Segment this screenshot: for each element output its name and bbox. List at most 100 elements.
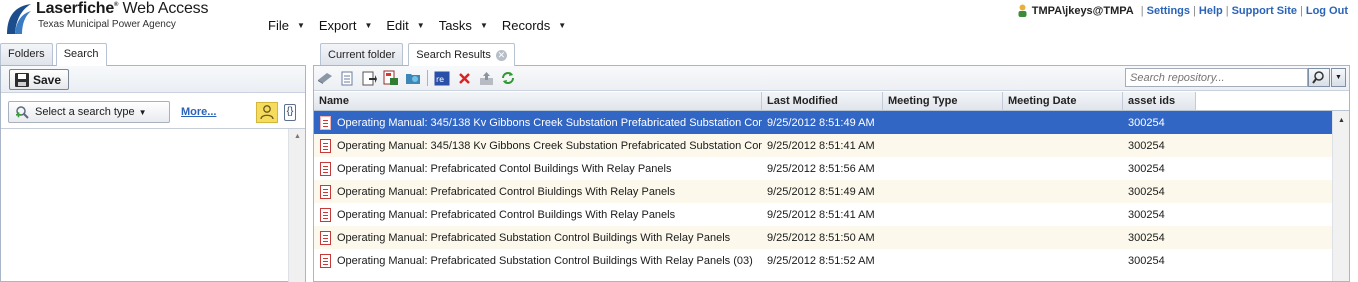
- results-scrollbar[interactable]: ▲: [1332, 111, 1349, 281]
- document-icon: [320, 161, 331, 176]
- menu-file[interactable]: File ▼: [268, 16, 305, 34]
- open-icon[interactable]: [317, 70, 333, 86]
- chevron-down-icon: ▼: [416, 20, 425, 30]
- menu-export[interactable]: Export ▼: [319, 16, 373, 34]
- search-type-label: Select a search type: [35, 106, 135, 118]
- row-name: Operating Manual: Prefabricated Control …: [337, 208, 676, 221]
- left-pane: Folders Search Save Select a search type…: [0, 40, 306, 282]
- results-grid-header: Name Last Modified Meeting Type Meeting …: [314, 92, 1349, 111]
- right-tab-bar: Current folder Search Results ✕: [320, 43, 520, 66]
- document-icon: [320, 230, 331, 245]
- row-last-modified: 9/25/2012 8:51:56 AM: [767, 162, 875, 175]
- scroll-up-icon[interactable]: ▲: [294, 133, 301, 140]
- svg-text:re: re: [436, 75, 444, 84]
- repository-search-input[interactable]: [1125, 68, 1308, 87]
- row-asset-ids: 300254: [1128, 116, 1165, 129]
- properties-icon[interactable]: [339, 70, 355, 86]
- table-row[interactable]: Operating Manual: 345/138 Kv Gibbons Cre…: [314, 134, 1332, 157]
- search-type-dropdown[interactable]: Select a search type ▼: [8, 101, 170, 123]
- more-link[interactable]: More...: [181, 106, 216, 118]
- scroll-up-icon[interactable]: ▲: [1338, 117, 1345, 124]
- tab-folders[interactable]: Folders: [0, 43, 53, 65]
- menu-edit[interactable]: Edit ▼: [386, 16, 424, 34]
- table-row[interactable]: Operating Manual: 345/138 Kv Gibbons Cre…: [314, 111, 1332, 134]
- folder-icon[interactable]: [405, 70, 421, 86]
- tab-search[interactable]: Search: [55, 43, 107, 66]
- tab-current-folder[interactable]: Current folder: [320, 43, 404, 65]
- search-panel: Save Select a search type ▼ More... {} ▲: [0, 65, 306, 282]
- refresh-icon[interactable]: [500, 70, 516, 86]
- column-header-meeting-date[interactable]: Meeting Date: [1003, 92, 1123, 111]
- results-toolbar: re ▼: [314, 66, 1349, 91]
- pdf-icon[interactable]: [383, 70, 399, 86]
- row-last-modified: 9/25/2012 8:51:41 AM: [767, 139, 875, 152]
- row-asset-ids: 300254: [1128, 185, 1165, 198]
- organization-name: Texas Municipal Power Agency: [38, 19, 176, 30]
- advanced-syntax-button[interactable]: {}: [284, 104, 296, 121]
- column-header-asset-ids[interactable]: asset ids: [1123, 92, 1196, 111]
- row-name: Operating Manual: 345/138 Kv Gibbons Cre…: [337, 116, 762, 129]
- column-header-last-modified[interactable]: Last Modified: [762, 92, 883, 111]
- row-name: Operating Manual: Prefabricated Control …: [337, 185, 676, 198]
- chevron-down-icon: ▼: [1335, 74, 1342, 81]
- delete-icon[interactable]: [456, 70, 472, 86]
- row-name: Operating Manual: 345/138 Kv Gibbons Cre…: [337, 139, 762, 152]
- chevron-down-icon: ▼: [138, 107, 147, 117]
- results-panel: re ▼ Name: [313, 65, 1350, 282]
- table-row[interactable]: Operating Manual: Prefabricated Contol B…: [314, 157, 1332, 180]
- menu-export-label: Export: [318, 17, 357, 33]
- support-site-link[interactable]: Support Site: [1232, 5, 1297, 17]
- close-tab-icon[interactable]: ✕: [495, 49, 507, 61]
- search-button[interactable]: [1308, 68, 1330, 87]
- search-type-row: Select a search type ▼ More... {}: [1, 101, 305, 127]
- tab-search-results[interactable]: Search Results ✕: [408, 43, 515, 66]
- tab-search-results-label: Search Results: [416, 49, 491, 61]
- log-out-link[interactable]: Log Out: [1306, 5, 1348, 17]
- add-search-icon: [16, 106, 29, 119]
- search-options-dropdown[interactable]: ▼: [1331, 68, 1346, 87]
- menu-edit-label: Edit: [386, 17, 409, 33]
- save-button[interactable]: Save: [9, 69, 69, 90]
- brand-name: Laserfiche: [36, 0, 115, 17]
- menu-tasks-label: Tasks: [438, 17, 472, 33]
- row-asset-ids: 300254: [1128, 162, 1165, 175]
- chevron-down-icon: ▼: [558, 20, 567, 30]
- separator: |: [1193, 4, 1196, 17]
- column-header-meeting-type[interactable]: Meeting Type: [883, 92, 1003, 111]
- table-row[interactable]: Operating Manual: Prefabricated Control …: [314, 203, 1332, 226]
- brand-registered-mark: ®: [114, 2, 119, 8]
- row-name: Operating Manual: Prefabricated Substati…: [337, 231, 731, 244]
- separator: |: [1299, 4, 1303, 17]
- left-scrollbar[interactable]: ▲: [288, 129, 305, 282]
- column-header-name[interactable]: Name: [314, 92, 762, 111]
- row-name: Operating Manual: Prefabricated Substati…: [337, 254, 753, 267]
- metadata-icon[interactable]: re: [434, 70, 450, 86]
- results-grid: Operating Manual: 345/138 Kv Gibbons Cre…: [314, 111, 1349, 281]
- search-toolbar: Save: [1, 66, 305, 93]
- document-icon: [320, 138, 331, 153]
- settings-link[interactable]: Settings: [1147, 5, 1190, 17]
- save-button-label: Save: [33, 72, 62, 87]
- search-icon: [1312, 71, 1324, 84]
- main-menu: File ▼ Export ▼ Edit ▼ Tasks ▼ Records ▼: [268, 16, 580, 34]
- row-name: Operating Manual: Prefabricated Contol B…: [337, 162, 672, 175]
- table-row[interactable]: Operating Manual: Prefabricated Substati…: [314, 249, 1332, 272]
- row-last-modified: 9/25/2012 8:51:52 AM: [767, 254, 875, 267]
- menu-tasks[interactable]: Tasks ▼: [439, 16, 488, 34]
- share-icon[interactable]: [478, 70, 494, 86]
- document-icon: [320, 115, 331, 130]
- menu-records-label: Records: [501, 17, 551, 33]
- row-asset-ids: 300254: [1128, 231, 1165, 244]
- table-row[interactable]: Operating Manual: Prefabricated Control …: [314, 180, 1332, 203]
- document-icon: [320, 184, 331, 199]
- help-link[interactable]: Help: [1199, 5, 1223, 17]
- menu-file-label: File: [268, 17, 289, 33]
- menu-records[interactable]: Records ▼: [502, 16, 566, 34]
- table-row[interactable]: Operating Manual: Prefabricated Substati…: [314, 226, 1332, 249]
- toolbar-icons: re: [317, 70, 522, 86]
- export-icon[interactable]: [361, 70, 377, 86]
- left-tab-bar: Folders Search: [0, 43, 110, 66]
- row-last-modified: 9/25/2012 8:51:41 AM: [767, 208, 875, 221]
- user-search-toggle[interactable]: [256, 102, 278, 123]
- separator: |: [1140, 4, 1144, 17]
